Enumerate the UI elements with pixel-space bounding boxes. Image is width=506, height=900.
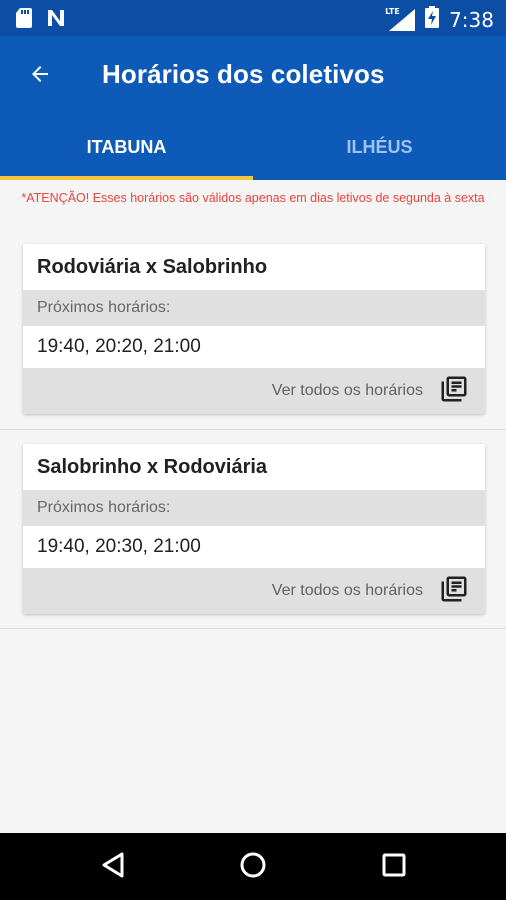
route-card: Salobrinho x Rodoviária Próximos horário…: [23, 444, 485, 614]
view-all-times-label: Ver todos os horários: [271, 582, 423, 599]
recents-square-icon: [382, 853, 406, 882]
route-card: Rodoviária x Salobrinho Próximos horário…: [23, 244, 485, 414]
back-button[interactable]: [20, 56, 60, 96]
library-books-icon: [439, 574, 469, 609]
tab-ilheus[interactable]: ILHÉUS: [253, 114, 506, 180]
battery-charging-icon: [425, 6, 440, 33]
back-triangle-icon: [100, 851, 126, 884]
arrow-back-icon: [28, 62, 52, 91]
home-circle-icon: [239, 851, 267, 884]
page-title: Horários dos coletivos: [102, 59, 385, 89]
nav-back-button[interactable]: [95, 849, 131, 885]
system-nav-bar: [0, 833, 506, 900]
tab-itabuna-label: ITABUNA: [86, 136, 167, 157]
library-books-icon: [439, 374, 469, 409]
signal-icon: LTE: [385, 7, 416, 31]
notice-text: *ATENÇÃO! Esses horários são válidos ape…: [21, 191, 485, 205]
view-all-times-label: Ver todos os horários: [271, 382, 423, 399]
divider: [0, 628, 506, 629]
view-all-times-button[interactable]: Ver todos os horários: [23, 568, 485, 614]
clock: 7:38: [449, 7, 494, 32]
app-bar: Horários dos coletivos: [0, 36, 506, 114]
tab-bar: ITABUNA ILHÉUS: [0, 114, 506, 180]
status-bar: LTE 7:38: [0, 0, 506, 36]
divider: [0, 429, 506, 430]
next-times-value: 19:40, 20:30, 21:00: [37, 536, 201, 557]
next-times-label: Próximos horários:: [23, 490, 485, 526]
nav-recents-button[interactable]: [376, 849, 412, 885]
network-type-label: LTE: [385, 6, 400, 16]
route-title: Rodoviária x Salobrinho: [37, 255, 268, 278]
sd-card-icon: [16, 8, 32, 33]
route-title: Salobrinho x Rodoviária: [37, 455, 268, 478]
tab-ilheus-label: ILHÉUS: [346, 136, 413, 157]
next-times-value: 19:40, 20:20, 21:00: [37, 336, 201, 357]
notification-n-icon: [46, 8, 66, 33]
tab-itabuna[interactable]: ITABUNA: [0, 114, 253, 180]
nav-home-button[interactable]: [235, 849, 271, 885]
next-times-label: Próximos horários:: [23, 290, 485, 326]
view-all-times-button[interactable]: Ver todos os horários: [23, 368, 485, 414]
tab-indicator: [0, 176, 253, 180]
